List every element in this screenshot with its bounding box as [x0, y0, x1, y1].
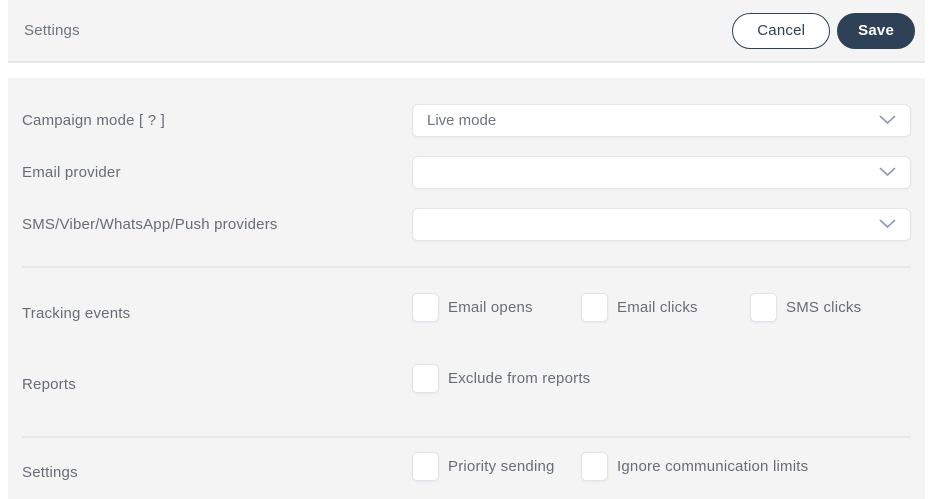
priority-sending-option-label: Priority sending	[448, 457, 555, 475]
settings-label: Settings	[22, 463, 78, 481]
sms-providers-select[interactable]	[412, 207, 911, 241]
sms-providers-row: SMS/Viber/WhatsApp/Push providers	[22, 198, 911, 250]
sms-clicks-option-label: SMS clicks	[786, 298, 862, 316]
page-title: Settings	[24, 22, 80, 39]
tracking-events-row: Tracking events Email opens Email clicks…	[22, 268, 911, 346]
settings-options: Priority sending Ignore communication li…	[412, 451, 911, 481]
settings-header: Settings Cancel Save	[8, 0, 925, 63]
settings-form-panel: Campaign mode [ ? ] Live mode Email prov…	[8, 78, 925, 499]
settings-row: Settings Priority sending Ignore communi…	[22, 438, 911, 494]
email-opens-option-label: Email opens	[448, 298, 533, 316]
email-opens-option[interactable]: Email opens	[412, 292, 581, 322]
header-actions: Cancel Save	[732, 12, 915, 49]
campaign-mode-value: Live mode	[427, 111, 497, 129]
email-provider-row: Email provider	[22, 146, 911, 198]
ignore-communication-limits-option[interactable]: Ignore communication limits	[581, 451, 809, 481]
ignore-communication-limits-checkbox[interactable]	[581, 451, 608, 481]
priority-sending-option[interactable]: Priority sending	[412, 451, 581, 481]
ignore-communication-limits-option-label: Ignore communication limits	[617, 457, 809, 475]
save-button[interactable]: Save	[837, 12, 915, 49]
reports-options: Exclude from reports	[412, 363, 911, 393]
campaign-mode-select[interactable]: Live mode	[412, 103, 911, 137]
email-clicks-option[interactable]: Email clicks	[581, 292, 750, 322]
reports-row: Reports Exclude from reports	[22, 346, 911, 410]
sms-clicks-checkbox[interactable]	[750, 292, 777, 322]
email-clicks-checkbox[interactable]	[581, 292, 608, 322]
campaign-mode-row: Campaign mode [ ? ] Live mode	[22, 94, 911, 146]
tracking-events-options: Email opens Email clicks SMS clicks	[412, 292, 919, 322]
chevron-down-icon	[879, 219, 896, 229]
chevron-down-icon	[879, 167, 896, 177]
campaign-mode-label: Campaign mode [ ? ]	[22, 111, 166, 129]
reports-label: Reports	[22, 375, 76, 393]
email-provider-label: Email provider	[22, 163, 121, 181]
cancel-button[interactable]: Cancel	[732, 12, 831, 49]
exclude-from-reports-option-label: Exclude from reports	[448, 369, 591, 387]
sms-providers-label: SMS/Viber/WhatsApp/Push providers	[22, 215, 278, 233]
tracking-events-label: Tracking events	[22, 304, 131, 322]
email-clicks-option-label: Email clicks	[617, 298, 698, 316]
email-provider-select[interactable]	[412, 155, 911, 189]
exclude-from-reports-checkbox[interactable]	[412, 363, 439, 393]
chevron-down-icon	[879, 115, 896, 125]
priority-sending-checkbox[interactable]	[412, 451, 439, 481]
email-opens-checkbox[interactable]	[412, 292, 439, 322]
exclude-from-reports-option[interactable]: Exclude from reports	[412, 363, 591, 393]
sms-clicks-option[interactable]: SMS clicks	[750, 292, 919, 322]
